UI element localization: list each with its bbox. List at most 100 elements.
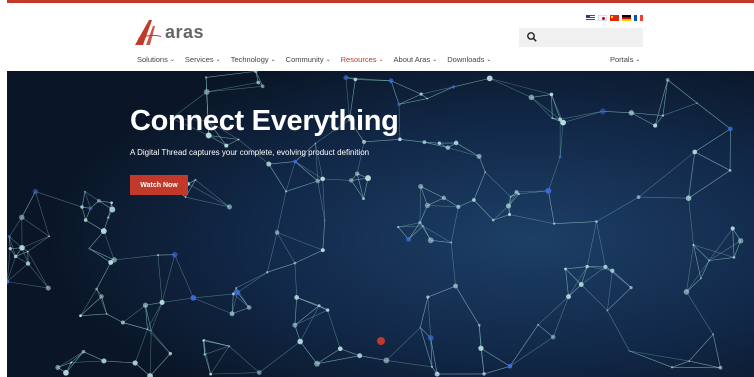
site-header: aras Solutions ⌄ Services ⌄ Technology ⌄ Co… (7, 3, 754, 71)
chevron-down-icon: ⌄ (486, 57, 492, 63)
nav-item-solutions[interactable]: Solutions ⌄ (137, 55, 175, 64)
de-flag-icon[interactable] (622, 15, 631, 21)
nav-item-resources[interactable]: Resources ⌄ (341, 55, 384, 64)
nav-label: Solutions (137, 55, 168, 64)
network-node (478, 345, 484, 351)
chevron-down-icon: ⌄ (325, 57, 331, 63)
network-node (558, 155, 562, 159)
network-node (491, 218, 495, 222)
network-node (95, 287, 99, 291)
nav-label: Downloads (447, 55, 485, 64)
network-node (437, 141, 442, 145)
network-node (362, 139, 367, 144)
nav-item-services[interactable]: Services ⌄ (185, 55, 221, 64)
network-node (653, 123, 658, 128)
network-node (194, 178, 197, 181)
network-node (111, 257, 118, 263)
network-node (168, 351, 173, 356)
network-node (19, 244, 25, 251)
network-node (142, 302, 149, 308)
network-node (692, 149, 698, 155)
nav-item-downloads[interactable]: Downloads ⌄ (447, 55, 491, 64)
network-node (509, 195, 512, 198)
network-node (293, 159, 298, 164)
portals-menu[interactable]: Portals ⌄ (610, 55, 640, 64)
network-node (427, 335, 434, 341)
network-node (337, 346, 343, 352)
network-node (99, 294, 104, 299)
network-node (728, 126, 733, 132)
network-node (96, 198, 101, 203)
network-node (293, 261, 297, 265)
network-node (629, 286, 633, 290)
network-node (383, 357, 390, 364)
search-icon[interactable] (526, 31, 538, 43)
network-node (398, 137, 402, 142)
nav-item-technology[interactable]: Technology ⌄ (231, 55, 276, 64)
network-node (732, 256, 736, 259)
fr-flag-icon[interactable] (634, 15, 643, 21)
network-node (105, 312, 108, 315)
network-node (150, 329, 153, 332)
network-node (292, 322, 298, 328)
network-node (84, 190, 86, 193)
network-node (419, 326, 422, 329)
aras-logo[interactable]: aras (133, 18, 204, 46)
network-node (507, 363, 513, 369)
logo-text: aras (165, 21, 205, 42)
network-node (88, 247, 91, 250)
network-node (737, 238, 744, 244)
network-node (297, 338, 303, 345)
network-node (204, 76, 208, 79)
network-node (564, 267, 567, 271)
network-node (294, 295, 300, 300)
network-node (171, 251, 178, 258)
network-node (146, 328, 149, 331)
network-node (685, 195, 692, 201)
network-node (7, 235, 11, 239)
network-node (451, 85, 455, 89)
network-node (453, 140, 459, 146)
network-node (453, 283, 459, 289)
network-node (88, 206, 93, 211)
network-node (551, 117, 554, 120)
network-node (514, 190, 519, 194)
nav-label: Community (285, 55, 324, 64)
network-node (8, 247, 12, 251)
watch-now-button[interactable]: Watch Now (130, 175, 188, 195)
network-node (426, 97, 429, 100)
network-node (209, 372, 213, 376)
network-node (343, 75, 349, 81)
network-node (549, 92, 554, 97)
us-flag-icon[interactable] (586, 15, 595, 21)
network-node (357, 353, 363, 359)
cn-flag-icon[interactable] (610, 15, 619, 21)
left-edge (0, 0, 7, 377)
search-box[interactable] (519, 28, 643, 47)
network-node (203, 353, 207, 356)
network-node (441, 195, 447, 201)
network-node (421, 224, 424, 227)
network-node (226, 204, 232, 210)
network-node (365, 175, 371, 182)
nav-item-community[interactable]: Community ⌄ (286, 55, 331, 64)
network-node (445, 145, 451, 150)
network-node (81, 349, 86, 354)
network-node (472, 198, 476, 202)
network-node (427, 237, 434, 244)
nav-item-about[interactable]: About Aras ⌄ (394, 55, 438, 64)
network-node (110, 201, 114, 205)
network-node (63, 369, 69, 376)
chevron-down-icon: ⌄ (215, 57, 221, 63)
network-node (578, 282, 584, 287)
network-node (202, 339, 205, 342)
network-node (397, 225, 400, 229)
network-node-highlight (377, 337, 385, 345)
network-node (505, 203, 512, 209)
chevron-down-icon: ⌄ (635, 57, 641, 63)
network-node (231, 292, 235, 296)
search-input[interactable] (541, 28, 637, 47)
network-node (348, 178, 354, 183)
network-node (595, 220, 598, 223)
jp-flag-icon[interactable] (598, 15, 607, 21)
